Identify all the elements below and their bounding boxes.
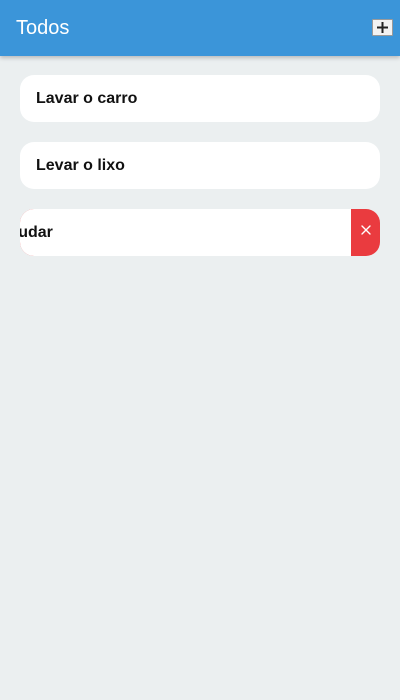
todo-label: Levar o lixo bbox=[36, 157, 125, 174]
plus-icon bbox=[377, 22, 388, 33]
todo-item[interactable]: Lavar o carro bbox=[20, 75, 380, 122]
delete-todo-button[interactable] bbox=[351, 209, 380, 256]
page-title: Todos bbox=[16, 17, 70, 39]
todo-item[interactable]: Levar o lixo bbox=[20, 142, 380, 189]
todo-item-swiped[interactable]: studar bbox=[20, 209, 380, 256]
app-bar: Todos bbox=[0, 0, 400, 56]
close-icon bbox=[361, 225, 371, 235]
todo-label: studar bbox=[20, 224, 53, 241]
todo-swipe-content[interactable]: studar bbox=[20, 209, 351, 256]
todo-label: Lavar o carro bbox=[36, 90, 138, 107]
add-todo-button[interactable] bbox=[372, 19, 393, 36]
